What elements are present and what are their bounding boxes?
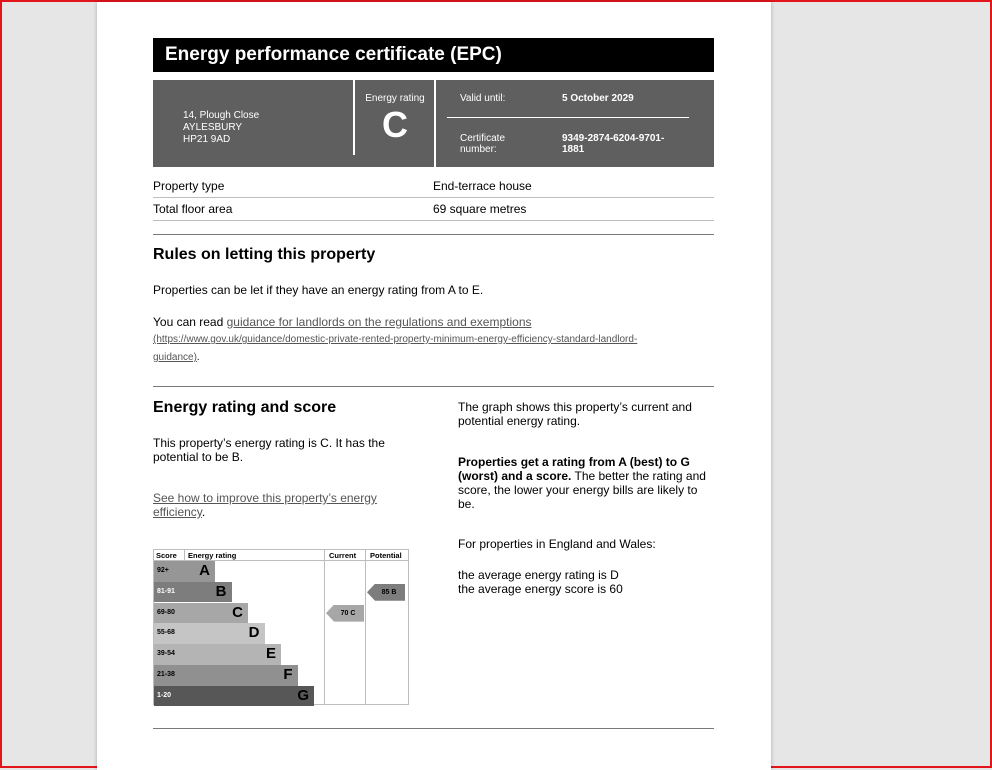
guidance-url-line-2[interactable]: guidance)	[153, 352, 197, 363]
floor-area-label: Total floor area	[153, 202, 233, 216]
score-text: This property’s energy rating is C. It h…	[153, 436, 385, 464]
address-line-1: 14, Plough Close	[183, 110, 260, 121]
current-rating-arrow: 70 C	[326, 604, 364, 622]
band-score-d: 55-68	[154, 623, 184, 644]
read-prefix: You can read	[153, 315, 227, 329]
band-g: G	[184, 685, 314, 707]
score-heading: Energy rating and score	[153, 399, 337, 416]
energy-rating-label: Energy rating	[365, 93, 425, 104]
header-separator	[447, 117, 689, 118]
rating-explanation: Properties get a rating from A (best) to…	[458, 455, 713, 511]
address-line-2: AYLESBURY	[183, 122, 243, 133]
letting-text: Properties can be let if they have an en…	[153, 283, 484, 297]
improve-suffix: .	[201, 505, 206, 519]
floor-area-value: 69 square metres	[433, 202, 527, 216]
band-a: A	[184, 561, 215, 582]
guidance-url-line-1[interactable]: (https://www.gov.uk/guidance/domestic-pr…	[153, 334, 637, 345]
graph-description: The graph shows this property’s current …	[458, 400, 692, 428]
band-b: B	[184, 581, 232, 603]
guidance-url-suffix: .	[196, 352, 200, 363]
energy-rating-chart: Score Energy rating Current Potential 92…	[153, 549, 409, 707]
property-type-label: Property type	[153, 179, 225, 193]
property-address: 14, Plough Close AYLESBURY HP21 9AD	[183, 110, 259, 146]
valid-until-label: Valid until:	[460, 93, 506, 104]
improve-efficiency-link[interactable]: See how to improve this property’s energ…	[153, 491, 377, 519]
chart-grid-line	[324, 550, 325, 704]
band-c: C	[184, 602, 248, 624]
property-type-value: End-terrace house	[433, 179, 532, 193]
chart-grid-line	[365, 550, 366, 704]
potential-rating-arrow: 85 B	[367, 583, 405, 601]
section-divider	[153, 234, 714, 235]
certificate-number-line: 9349-2874-6204-9701-	[562, 133, 665, 144]
property-type-row: Property type End-terrace house	[153, 175, 714, 198]
energy-rating-letter: C	[382, 104, 408, 145]
band-score-b: 81-91	[154, 581, 184, 603]
band-score-g: 1-20	[154, 685, 184, 707]
certificate-number-label: Certificate number:	[460, 133, 505, 155]
band-d: D	[184, 623, 265, 644]
band-f: F	[184, 665, 298, 686]
average-values: the average energy rating is D the avera…	[458, 568, 713, 596]
certificate-number-value: 9349-2874-6204-9701- 1881	[562, 133, 664, 155]
certificate-number-line: 1881	[562, 144, 585, 155]
letting-guidance: You can read guidance for landlords on t…	[153, 315, 714, 365]
section-divider	[153, 728, 714, 729]
document-page: Energy performance certificate (EPC) 14,…	[97, 2, 771, 770]
floor-area-row: Total floor area 69 square metres	[153, 198, 714, 221]
england-wales-text: For properties in England and Wales:	[458, 537, 656, 551]
address-line-3: HP21 9AD	[183, 134, 231, 145]
band-score-e: 39-54	[154, 644, 184, 665]
certificate-number-label-line: Certificate	[460, 133, 506, 144]
valid-until-value: 5 October 2029	[562, 93, 634, 104]
certificate-header-box: 14, Plough Close AYLESBURY HP21 9AD Ener…	[153, 80, 714, 167]
average-score-text: the average energy score is 60	[458, 582, 623, 596]
section-divider	[153, 386, 714, 387]
band-score-f: 21-38	[154, 665, 184, 686]
band-score-c: 69-80	[154, 602, 184, 624]
certificate-title: Energy performance certificate (EPC)	[153, 38, 714, 72]
band-score-a: 92+	[154, 561, 184, 582]
average-rating-text: the average energy rating is D	[458, 568, 619, 582]
band-e: E	[184, 644, 281, 665]
landlord-guidance-link[interactable]: guidance for landlords on the regulation…	[227, 315, 532, 329]
letting-heading: Rules on letting this property	[153, 246, 376, 263]
header-divider	[434, 80, 436, 167]
improve-paragraph: See how to improve this property’s energ…	[153, 491, 403, 519]
certificate-number-label-line: number:	[460, 144, 497, 155]
